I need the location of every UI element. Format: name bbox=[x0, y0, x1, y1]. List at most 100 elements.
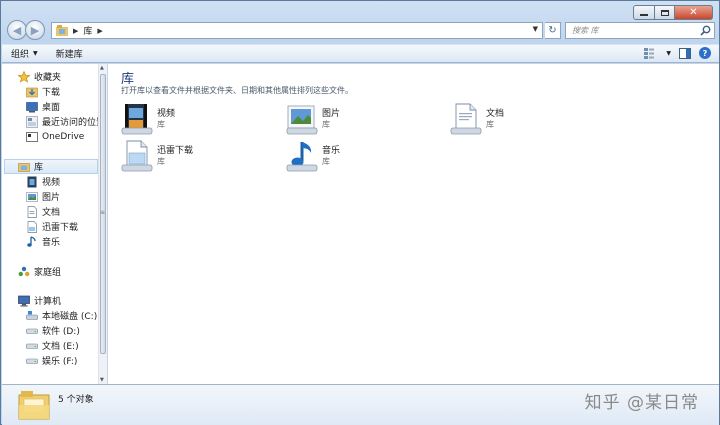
nav-drive-f[interactable]: 娱乐 (F:) bbox=[26, 353, 77, 368]
maximize-icon bbox=[660, 9, 669, 16]
documents-library-icon bbox=[450, 103, 482, 135]
nav-drive-e[interactable]: 文档 (E:) bbox=[26, 338, 79, 353]
download-library-icon bbox=[121, 140, 153, 172]
nav-lib-pictures-label: 图片 bbox=[42, 193, 61, 203]
breadcrumb-item[interactable]: 库 bbox=[83, 24, 92, 37]
maximize-button[interactable] bbox=[655, 5, 675, 20]
close-icon: ✕ bbox=[689, 6, 698, 18]
homegroup-icon bbox=[18, 266, 30, 278]
content-pane: 库 打开库以查看文件并根据文件夹、日期和其他属性排列这些文件。 视频 库 图片 … bbox=[108, 64, 719, 384]
drive-icon bbox=[26, 340, 38, 352]
nav-lib-xunlei-label: 迅雷下载 bbox=[42, 223, 79, 233]
scrollbar-grip-icon: ≡ bbox=[100, 209, 106, 216]
nav-onedrive[interactable]: OneDrive bbox=[26, 129, 84, 144]
nav-lib-videos[interactable]: 视频 bbox=[26, 174, 60, 189]
nav-recent-places-label: 最近访问的位置 bbox=[42, 118, 99, 128]
nav-drive-c[interactable]: 本地磁盘 (C:) bbox=[26, 308, 97, 323]
nav-onedrive-label: OneDrive bbox=[42, 131, 85, 142]
command-bar: 组织 ▼ 新建库 ▼ ? bbox=[2, 44, 719, 63]
library-item-name: 视频 bbox=[157, 109, 176, 119]
forward-button[interactable]: ▶ bbox=[25, 20, 45, 40]
music-note-icon bbox=[26, 235, 38, 248]
address-bar[interactable]: ▶ 库 ▶ ▼ bbox=[51, 22, 543, 39]
help-icon: ? bbox=[702, 48, 708, 58]
video-library-icon bbox=[121, 104, 153, 135]
download-library-icon bbox=[26, 220, 38, 233]
minimize-button[interactable] bbox=[633, 5, 655, 20]
onedrive-icon bbox=[26, 131, 38, 143]
library-item-videos[interactable]: 视频 库 bbox=[120, 102, 270, 136]
documents-icon bbox=[26, 205, 38, 218]
libraries-icon bbox=[18, 161, 30, 173]
new-library-label: 新建库 bbox=[55, 50, 83, 60]
video-icon bbox=[26, 176, 38, 188]
library-item-music[interactable]: 音乐 库 bbox=[285, 139, 435, 173]
nav-lib-pictures[interactable]: 图片 bbox=[26, 189, 60, 204]
breadcrumb-separator-icon[interactable]: ▶ bbox=[97, 27, 102, 35]
nav-homegroup[interactable]: 家庭组 bbox=[18, 264, 61, 279]
library-item-type: 库 bbox=[157, 157, 165, 166]
nav-computer-label: 计算机 bbox=[34, 297, 62, 307]
address-dropdown-icon[interactable]: ▼ bbox=[533, 25, 538, 33]
nav-lib-xunlei[interactable]: 迅雷下载 bbox=[26, 219, 78, 234]
nav-libraries[interactable]: 库 bbox=[4, 159, 98, 174]
back-arrow-icon: ◀ bbox=[12, 23, 22, 37]
nav-drive-d-label: 软件 (D:) bbox=[42, 327, 80, 337]
nav-drive-d[interactable]: 软件 (D:) bbox=[26, 323, 80, 338]
library-item-name: 音乐 bbox=[322, 146, 341, 156]
explorer-window: ✕ ◀ ▶ ▶ 库 ▶ ▼ ↻ 搜索 库 组织 ▼ 新建库 ▼ ? 收藏夹 下载… bbox=[0, 0, 720, 425]
breadcrumb-separator-icon: ▶ bbox=[73, 26, 79, 35]
nav-lib-documents[interactable]: 文档 bbox=[26, 204, 60, 219]
nav-recent-places[interactable]: 最近访问的位置 bbox=[26, 114, 99, 129]
library-item-documents[interactable]: 文档 库 bbox=[449, 102, 599, 136]
desktop-icon bbox=[26, 101, 38, 113]
window-controls: ✕ bbox=[633, 5, 713, 20]
scroll-down-icon[interactable]: ▼ bbox=[100, 377, 104, 383]
search-icon[interactable] bbox=[700, 25, 711, 36]
library-item-type: 库 bbox=[322, 157, 330, 166]
help-button[interactable]: ? bbox=[699, 47, 711, 59]
organize-button[interactable]: 组织 ▼ bbox=[2, 47, 47, 60]
nav-computer[interactable]: 计算机 bbox=[18, 293, 61, 308]
new-library-button[interactable]: 新建库 bbox=[47, 47, 92, 60]
nav-pane-scrollbar[interactable]: ▲ ≡ ▼ bbox=[98, 64, 107, 384]
nav-lib-documents-label: 文档 bbox=[42, 208, 61, 218]
refresh-button[interactable]: ↻ bbox=[545, 22, 561, 39]
drive-icon bbox=[26, 355, 38, 367]
nav-favorites-label: 收藏夹 bbox=[34, 73, 62, 83]
refresh-icon: ↻ bbox=[548, 25, 557, 36]
computer-icon bbox=[18, 295, 30, 307]
nav-downloads-label: 下载 bbox=[42, 88, 61, 98]
nav-desktop[interactable]: 桌面 bbox=[26, 99, 60, 114]
nav-lib-music[interactable]: 音乐 bbox=[26, 234, 60, 249]
nav-downloads[interactable]: 下载 bbox=[26, 84, 60, 99]
nav-desktop-label: 桌面 bbox=[42, 103, 61, 113]
nav-drive-f-label: 娱乐 (F:) bbox=[42, 357, 78, 367]
music-library-icon bbox=[286, 142, 318, 172]
nav-drive-c-label: 本地磁盘 (C:) bbox=[42, 312, 98, 322]
nav-homegroup-label: 家庭组 bbox=[34, 268, 62, 278]
recent-places-icon bbox=[26, 115, 38, 128]
close-button[interactable]: ✕ bbox=[675, 5, 713, 20]
status-bar: 5 个对象 知乎 @某日常 bbox=[2, 384, 719, 425]
drive-icon bbox=[26, 325, 38, 337]
library-item-pictures[interactable]: 图片 库 bbox=[285, 102, 435, 136]
view-options-icon[interactable] bbox=[644, 47, 658, 59]
preview-pane-icon[interactable] bbox=[679, 47, 691, 59]
library-item-xunlei[interactable]: 迅雷下载 库 bbox=[120, 139, 270, 173]
library-folder-icon bbox=[56, 25, 68, 36]
view-options-dropdown-icon[interactable]: ▼ bbox=[666, 50, 671, 57]
search-placeholder: 搜索 库 bbox=[572, 26, 599, 35]
downloads-folder-icon bbox=[26, 86, 38, 98]
star-icon bbox=[18, 70, 30, 83]
address-row: ◀ ▶ ▶ 库 ▶ ▼ ↻ 搜索 库 bbox=[5, 19, 717, 43]
search-input[interactable]: 搜索 库 bbox=[565, 22, 715, 39]
library-item-type: 库 bbox=[486, 120, 494, 129]
scroll-up-icon[interactable]: ▲ bbox=[100, 65, 104, 71]
back-button[interactable]: ◀ bbox=[7, 20, 27, 40]
library-item-type: 库 bbox=[157, 120, 165, 129]
nav-favorites[interactable]: 收藏夹 bbox=[18, 69, 61, 84]
breadcrumb: ▶ 库 ▶ bbox=[52, 24, 108, 37]
library-item-name: 迅雷下载 bbox=[157, 146, 194, 156]
pictures-library-icon bbox=[286, 105, 318, 135]
